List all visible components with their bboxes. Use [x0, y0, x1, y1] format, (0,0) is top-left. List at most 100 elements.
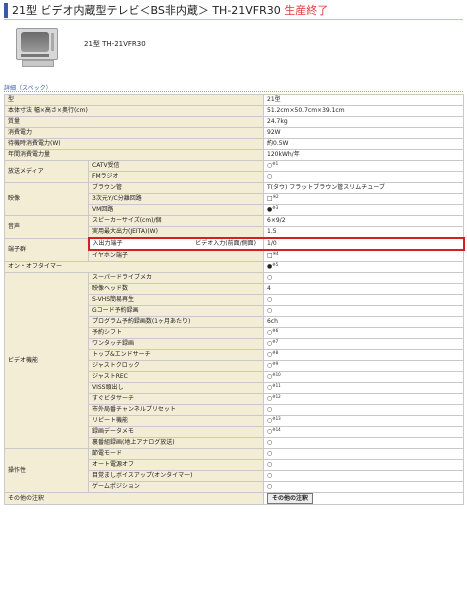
spec-value: その他の注釈	[263, 492, 465, 505]
tv-cabinet	[16, 28, 58, 60]
tv-screen	[21, 32, 49, 52]
spec-value: ○※1	[263, 160, 465, 172]
spec-category: オン・オフタイマー	[3, 261, 265, 273]
other-notes-button[interactable]: その他の注釈	[267, 493, 314, 504]
spec-value: ○	[263, 404, 465, 416]
spec-value-text: ○	[267, 483, 273, 490]
spec-subcategory: VM回路	[87, 204, 265, 216]
spec-value-text: ○	[267, 461, 273, 468]
spec-value-text: 1.5	[267, 228, 277, 235]
footnote-link[interactable]: ※13	[272, 417, 280, 422]
spec-subcategory: すぐビタサーチ	[87, 393, 265, 405]
spec-subcategory: 市外局番チャンネルプリセット	[87, 404, 265, 416]
footnote-link[interactable]: ※14	[272, 428, 280, 433]
spec-value: ○※12	[263, 393, 465, 405]
tv-stand	[22, 60, 54, 67]
spec-subcategory-label: 入出力端子	[92, 240, 123, 247]
spec-subcategory: 節電モード	[87, 448, 265, 460]
spec-subcategory-detail: ビデオ入力(前面/側面)	[195, 240, 257, 247]
spec-subcategory: リピート機能	[87, 415, 265, 427]
spec-subcategory: S-VHS簡易再生	[87, 294, 265, 306]
spec-row: 型 21型	[3, 94, 465, 106]
spec-value: 51.2cm×50.7cm×39.1cm	[263, 105, 465, 117]
spec-subcategory: ジャストクロック	[87, 360, 265, 372]
footnote-link[interactable]: ※6	[272, 329, 278, 334]
spec-value-text: 120kWh/年	[267, 151, 300, 158]
spec-value: ○	[263, 171, 465, 183]
footnote-link[interactable]: ※9	[272, 362, 278, 367]
spec-subcategory: プログラム予約録画数(1ヶ月あたり)	[87, 316, 265, 328]
spec-value: ○※9	[263, 360, 465, 372]
spec-value: 24.7kg	[263, 116, 465, 128]
spec-row: 質量 24.7kg	[3, 116, 465, 128]
spec-value: ○※6	[263, 327, 465, 339]
spec-row: ビデオ機能 スーパードライブメカ ○	[4, 272, 465, 449]
spec-subcategory: オート電源オフ	[87, 459, 265, 471]
spec-row: その他の注釈 その他の注釈	[3, 492, 465, 505]
spec-row: 音声 スピーカーサイズ(cm)/個 6×9/2	[4, 215, 465, 239]
footnote-link[interactable]: ※8	[272, 351, 278, 356]
spec-value: ○	[263, 459, 465, 471]
spec-subcategory: 3次元Y/C分離回路	[87, 193, 265, 205]
title-accent-bar	[4, 3, 8, 18]
spec-subcategory: 映像ヘッド数	[87, 283, 265, 295]
footnote-link[interactable]: ※5	[272, 263, 278, 268]
spec-row: オン・オフタイマー ●※5	[3, 261, 465, 273]
spec-row: 本体寸法 幅×高さ×奥行(cm) 51.2cm×50.7cm×39.1cm	[3, 105, 465, 117]
spec-value: ○	[263, 272, 465, 284]
spec-row: 映像 ブラウン管 T(タウ) フラットブラウン管スリムチューブ	[4, 182, 465, 216]
spec-value: 約0.5W	[263, 138, 465, 150]
spec-value: ○	[263, 448, 465, 460]
spec-value: ●※5	[263, 261, 465, 273]
spec-subcategory: イヤホン端子	[87, 249, 265, 262]
tv-video-slot	[21, 54, 49, 57]
spec-value-text: ○	[267, 274, 273, 281]
spec-subcategory: ブラウン管	[87, 182, 265, 194]
page-title: 21型 ビデオ内蔵型テレビ＜BS非内蔵＞ TH-21VFR30 生産終了	[12, 3, 328, 18]
spec-subcategory: ワンタッチ録画	[87, 338, 265, 350]
spec-value: ○※10	[263, 371, 465, 383]
footnote-link[interactable]: ※10	[272, 373, 280, 378]
spec-table: 型 21型 本体寸法 幅×高さ×奥行(cm) 51.2cm×50.7cm×39.1cm…	[3, 94, 465, 505]
spec-value: 120kWh/年	[263, 149, 465, 161]
spec-value: T(タウ) フラットブラウン管スリムチューブ	[263, 182, 465, 194]
spec-value-text: ○	[267, 296, 273, 303]
footnote-link[interactable]: ※12	[272, 395, 280, 400]
spec-value: 6ch	[263, 316, 465, 328]
spec-value-text: 約0.5W	[267, 140, 289, 147]
spec-value-text: ○	[267, 307, 273, 314]
spec-value-text: 21型	[267, 96, 281, 103]
spec-value: 4	[263, 283, 465, 295]
footnote-link[interactable]: ※4	[273, 251, 279, 256]
footnote-link[interactable]: ※7	[272, 340, 278, 345]
spec-row: 年間消費電力量 120kWh/年	[3, 149, 465, 161]
spec-category: 型	[3, 94, 265, 106]
status-label: 生産終了	[284, 4, 329, 17]
spec-row: 消費電力 92W	[3, 127, 465, 139]
spec-value: ○	[263, 470, 465, 482]
spec-value-text: ○	[267, 173, 273, 180]
spec-value: □※4	[263, 249, 465, 262]
footnote-link[interactable]: ※1	[272, 162, 278, 167]
footnote-link[interactable]: ※2	[273, 195, 279, 200]
footnote-link[interactable]: ※3	[272, 206, 278, 211]
spec-row: 端子群 入出力端子 ビデオ入力(前面/側面) 1/0	[4, 237, 465, 262]
spec-category: 年間消費電力量	[3, 149, 265, 161]
spec-value-text: 1/0	[267, 240, 277, 247]
spec-category: 消費電力	[3, 127, 265, 139]
spec-value: 1.5	[263, 226, 465, 239]
section-rule	[4, 91, 463, 92]
spec-value: 92W	[263, 127, 465, 139]
spec-subcategory: CATV受信	[87, 160, 265, 172]
spec-value: 6×9/2	[263, 215, 465, 227]
spec-value: □※2	[263, 193, 465, 205]
spec-category: 放送メディア	[4, 160, 89, 183]
spec-value: 1/0	[263, 237, 465, 251]
spec-row: 放送メディア CATV受信 ○※1	[4, 160, 465, 183]
spec-value-text: 51.2cm×50.7cm×39.1cm	[267, 107, 345, 114]
spec-category: 操作性	[4, 448, 89, 493]
spec-value: ○	[263, 305, 465, 317]
footnote-link[interactable]: ※11	[272, 384, 280, 389]
spec-subcategory: VISS頭出し	[87, 382, 265, 394]
spec-category: その他の注釈	[3, 492, 265, 505]
